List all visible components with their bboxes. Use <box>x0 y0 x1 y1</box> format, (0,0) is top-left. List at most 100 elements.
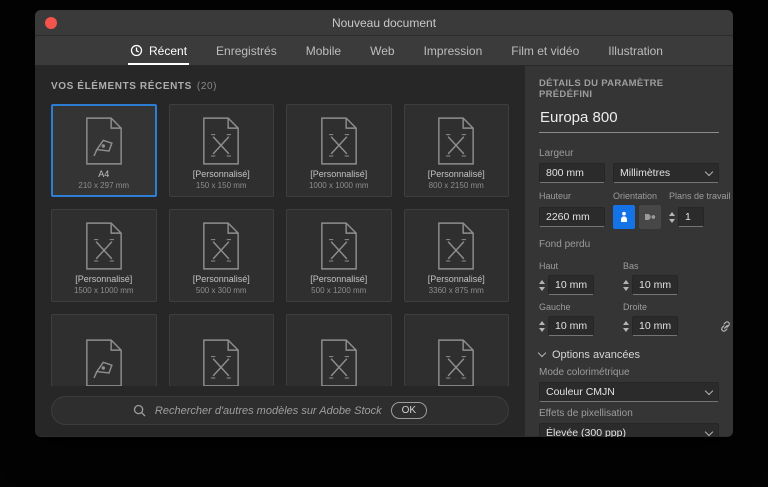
template-doc-icon <box>201 116 241 166</box>
link-bleed-values-icon[interactable] <box>719 320 732 333</box>
preset-icon-wrap <box>201 325 241 386</box>
artboards-input[interactable]: 1 <box>678 207 704 227</box>
preset-card-a4[interactable]: A4 210 x 297 mm <box>51 104 157 197</box>
tab-label: Film et vidéo <box>511 44 579 58</box>
chevron-down-icon <box>705 167 713 175</box>
tab-label: Mobile <box>306 44 341 58</box>
tab-label: Web <box>370 44 394 58</box>
presets-grid: A4 210 x 297 mm [Personnalisé] 150 x 150… <box>51 104 509 386</box>
preset-name: [Personnalisé] <box>428 274 485 284</box>
raster-effects-select[interactable]: Élevée (300 ppp) <box>539 423 719 437</box>
recent-heading-text: VOS ÉLÉMENTS RÉCENTS <box>51 81 192 92</box>
artboards-stepper: 1 <box>669 207 719 227</box>
tab-web[interactable]: Web <box>370 36 394 65</box>
bleed-label: Fond perdu <box>539 239 719 250</box>
tab-film-video[interactable]: Film et vidéo <box>511 36 579 65</box>
close-window-button[interactable] <box>45 17 57 29</box>
bleed-right-input[interactable]: 10 mm <box>632 316 678 336</box>
advanced-options-label: Options avancées <box>552 349 640 361</box>
window-title: Nouveau document <box>332 16 436 30</box>
tab-label: Enregistrés <box>216 44 277 58</box>
template-doc-icon <box>201 338 241 387</box>
preset-card-partial-4[interactable] <box>404 314 510 386</box>
units-value: Millimètres <box>620 167 670 179</box>
preset-size: 500 x 1200 mm <box>311 286 366 295</box>
preset-card-custom-1[interactable]: [Personnalisé] 150 x 150 mm <box>169 104 275 197</box>
orientation-landscape-button[interactable] <box>639 205 661 229</box>
units-select[interactable]: Millimètres <box>613 163 719 183</box>
tab-bar: Récent Enregistrés Mobile Web Impression… <box>35 36 733 66</box>
chevron-down-icon <box>705 427 713 435</box>
recent-panel: VOS ÉLÉMENTS RÉCENTS (20) A4 210 x 297 mm… <box>35 66 525 436</box>
width-input[interactable]: 800 mm <box>539 163 605 183</box>
stepper-arrows[interactable] <box>539 321 545 332</box>
orientation-label: Orientation <box>613 191 661 201</box>
bleed-bottom-label: Bas <box>623 261 699 271</box>
template-doc-icon <box>436 221 476 271</box>
preset-name: [Personnalisé] <box>310 274 367 284</box>
adobe-stock-search[interactable]: Rechercher d'autres modèles sur Adobe St… <box>51 396 509 425</box>
orientation-toggle <box>613 205 661 229</box>
artboard-doc-icon <box>84 338 124 387</box>
template-doc-icon <box>436 116 476 166</box>
preset-card-partial-2[interactable] <box>169 314 275 386</box>
template-doc-icon <box>319 116 359 166</box>
bleed-bottom-input[interactable]: 10 mm <box>632 275 678 295</box>
preset-name: [Personnalisé] <box>428 169 485 179</box>
preset-icon-wrap <box>319 115 359 166</box>
titlebar: Nouveau document <box>35 10 733 36</box>
orientation-portrait-button[interactable] <box>613 205 635 229</box>
preset-card-custom-2[interactable]: [Personnalisé] 1000 x 1000 mm <box>286 104 392 197</box>
tab-recent[interactable]: Récent <box>130 36 187 65</box>
preset-card-partial-3[interactable] <box>286 314 392 386</box>
height-input[interactable]: 2260 mm <box>539 207 605 227</box>
color-mode-label: Mode colorimétrique <box>539 367 719 378</box>
color-mode-value: Couleur CMJN <box>546 386 615 398</box>
tab-mobile[interactable]: Mobile <box>306 36 341 65</box>
bleed-right-stepper: 10 mm <box>623 316 699 336</box>
bleed-left-input[interactable]: 10 mm <box>548 316 594 336</box>
bleed-left-stepper: 10 mm <box>539 316 615 336</box>
advanced-options-toggle[interactable]: Options avancées <box>539 349 719 361</box>
preset-icon-wrap <box>84 325 124 386</box>
preset-card-custom-7[interactable]: [Personnalisé] 3360 x 875 mm <box>404 209 510 302</box>
preset-name: [Personnalisé] <box>193 274 250 284</box>
preset-card-custom-6[interactable]: [Personnalisé] 500 x 1200 mm <box>286 209 392 302</box>
preset-size: 1500 x 1000 mm <box>74 286 134 295</box>
color-mode-select[interactable]: Couleur CMJN <box>539 382 719 402</box>
preset-size: 3360 x 875 mm <box>429 286 484 295</box>
dialog-content: VOS ÉLÉMENTS RÉCENTS (20) A4 210 x 297 mm… <box>35 66 733 436</box>
preset-name: [Personnalisé] <box>310 169 367 179</box>
preset-size: 210 x 297 mm <box>78 181 129 190</box>
template-doc-icon <box>319 338 359 387</box>
tab-label: Récent <box>149 44 187 58</box>
preset-size: 150 x 150 mm <box>196 181 247 190</box>
preset-name: A4 <box>98 169 109 179</box>
preset-icon-wrap <box>201 115 241 166</box>
artboards-label: Plans de travail <box>669 191 731 201</box>
stock-search-label: Rechercher d'autres modèles sur Adobe St… <box>155 405 382 417</box>
tab-illustration[interactable]: Illustration <box>608 36 663 65</box>
preset-card-custom-3[interactable]: [Personnalisé] 800 x 2150 mm <box>404 104 510 197</box>
raster-effects-label: Effets de pixellisation <box>539 408 719 419</box>
preset-card-custom-4[interactable]: [Personnalisé] 1500 x 1000 mm <box>51 209 157 302</box>
tab-saved[interactable]: Enregistrés <box>216 36 277 65</box>
preset-icon-wrap <box>319 220 359 271</box>
stepper-arrows[interactable] <box>669 212 675 223</box>
stepper-arrows[interactable] <box>623 321 629 332</box>
clock-icon <box>130 44 143 57</box>
preset-card-partial-1[interactable] <box>51 314 157 386</box>
preset-card-custom-5[interactable]: [Personnalisé] 500 x 300 mm <box>169 209 275 302</box>
details-heading: DÉTAILS DU PARAMÈTRE PRÉDÉFINI <box>539 78 719 100</box>
tab-print[interactable]: Impression <box>424 36 483 65</box>
stock-search-ok-button[interactable]: OK <box>391 402 427 419</box>
stepper-arrows[interactable] <box>623 280 629 291</box>
bleed-top-input[interactable]: 10 mm <box>548 275 594 295</box>
bleed-right-label: Droite <box>623 302 699 312</box>
document-name-input[interactable]: Europa 800 <box>539 100 719 133</box>
artboard-doc-icon <box>84 116 124 166</box>
preset-size: 1000 x 1000 mm <box>309 181 369 190</box>
width-label: Largeur <box>539 148 719 159</box>
recent-count: (20) <box>197 81 217 92</box>
stepper-arrows[interactable] <box>539 280 545 291</box>
